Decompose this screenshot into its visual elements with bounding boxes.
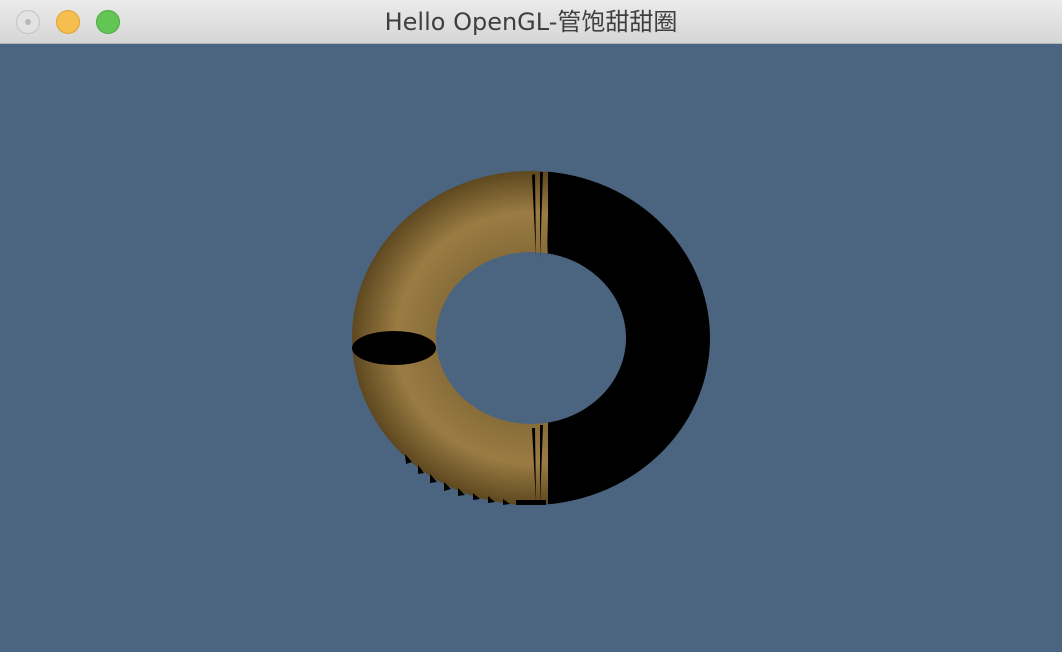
torus-cross-section	[352, 331, 436, 365]
title-bar[interactable]: Hello OpenGL-管饱甜甜圈	[0, 0, 1062, 44]
window-title: Hello OpenGL-管饱甜甜圈	[384, 8, 678, 36]
viewport-background	[0, 44, 1062, 652]
opengl-viewport[interactable]	[0, 44, 1062, 652]
app-window: Hello OpenGL-管饱甜甜圈	[0, 0, 1062, 652]
render-canvas	[0, 44, 1062, 652]
